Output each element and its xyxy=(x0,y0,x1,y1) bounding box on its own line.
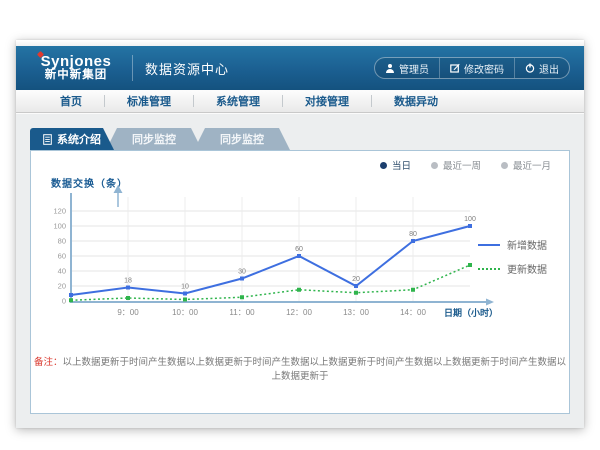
svg-text:10: 10 xyxy=(181,284,189,291)
svg-text:80: 80 xyxy=(409,231,417,238)
svg-text:100: 100 xyxy=(464,216,476,223)
filter-last-month[interactable]: 最近一月 xyxy=(501,158,551,172)
tab-bar: 系统介绍 同步监控 同步监控 xyxy=(30,128,290,150)
radio-selected-icon xyxy=(380,162,387,169)
svg-text:11：00: 11：00 xyxy=(229,308,255,317)
svg-text:30: 30 xyxy=(238,269,246,276)
svg-text:60: 60 xyxy=(58,252,66,261)
legend-update-data-label: 更新数据 xyxy=(507,261,547,276)
chart-panel: 当日 最近一周 最近一月 数据交换（条） 0204060801001209：00… xyxy=(30,150,570,414)
svg-text:20: 20 xyxy=(352,276,360,283)
footnote-prefix: 备注： xyxy=(34,357,63,368)
user-menu: 管理员 修改密码 退出 xyxy=(374,57,570,79)
radio-unselected-icon xyxy=(431,162,438,169)
logo-brand-text: Synjones xyxy=(32,54,120,69)
header-divider xyxy=(132,55,133,81)
svg-text:日期（小时）: 日期（小时） xyxy=(444,307,498,318)
line-chart: 0 20 40 60 80 100 120 9：00 10：00 11：00 12：00 13：00 1… xyxy=(41,181,521,343)
svg-text:120: 120 xyxy=(53,207,66,216)
nav-item-standard-mgmt[interactable]: 标准管理 xyxy=(105,93,193,109)
svg-text:40: 40 xyxy=(58,267,66,276)
svg-text:12：00: 12：00 xyxy=(286,308,312,317)
nav-item-home[interactable]: 首页 xyxy=(38,93,104,109)
nav-item-system-mgmt[interactable]: 系统管理 xyxy=(194,93,282,109)
main-nav: 首页 标准管理 系统管理 对接管理 数据异动 xyxy=(16,90,584,113)
change-password-button[interactable]: 修改密码 xyxy=(439,58,514,78)
filter-last-week[interactable]: 最近一周 xyxy=(431,158,481,172)
footnote: 备注：以上数据更新于时间产生数据以上数据更新于时间产生数据以上数据更新于时间产生… xyxy=(31,354,569,382)
company-logo: Synjones 新中新集团 xyxy=(32,54,120,82)
power-icon xyxy=(525,63,535,73)
chart-legend: 新增数据 更新数据 xyxy=(478,237,547,276)
legend-update-data[interactable]: 更新数据 xyxy=(478,261,547,276)
edit-icon xyxy=(450,63,460,73)
svg-text:14：00: 14：00 xyxy=(400,308,426,317)
svg-text:9：00: 9：00 xyxy=(117,308,139,317)
filter-last-week-label: 最近一周 xyxy=(443,158,481,172)
legend-new-data-label: 新增数据 xyxy=(507,237,547,252)
svg-text:10：00: 10：00 xyxy=(172,308,198,317)
dotted-line-swatch-icon xyxy=(478,268,500,270)
page-title: 数据资源中心 xyxy=(145,59,229,78)
filter-today[interactable]: 当日 xyxy=(380,158,411,172)
tab-sync-monitor-2[interactable]: 同步监控 xyxy=(194,128,290,150)
filter-last-month-label: 最近一月 xyxy=(513,158,551,172)
logout-label: 退出 xyxy=(539,61,559,76)
tab-sync-monitor-1-label: 同步监控 xyxy=(132,131,176,147)
document-icon xyxy=(43,134,52,145)
nav-item-data-change[interactable]: 数据异动 xyxy=(372,93,460,109)
legend-new-data[interactable]: 新增数据 xyxy=(478,237,547,252)
tab-system-intro-label: 系统介绍 xyxy=(57,131,101,147)
svg-text:100: 100 xyxy=(53,222,66,231)
svg-text:60: 60 xyxy=(295,246,303,253)
content-area: 系统介绍 同步监控 同步监控 当日 最近一周 xyxy=(16,113,584,427)
nav-item-interface-mgmt[interactable]: 对接管理 xyxy=(283,93,371,109)
footnote-text: 以上数据更新于时间产生数据以上数据更新于时间产生数据以上数据更新于时间产生数据以… xyxy=(63,357,567,382)
admin-user-label: 管理员 xyxy=(399,61,429,76)
tab-system-intro[interactable]: 系统介绍 xyxy=(30,128,114,150)
logout-button[interactable]: 退出 xyxy=(514,58,569,78)
svg-text:13：00: 13：00 xyxy=(343,308,369,317)
radio-unselected-icon xyxy=(501,162,508,169)
change-password-label: 修改密码 xyxy=(464,61,504,76)
app-header: Synjones 新中新集团 数据资源中心 管理员 修改密码 xyxy=(16,46,584,90)
user-icon xyxy=(385,63,395,73)
svg-text:20: 20 xyxy=(58,282,66,291)
svg-text:80: 80 xyxy=(58,237,66,246)
time-range-filters: 当日 最近一周 最近一月 xyxy=(380,158,551,172)
tab-sync-monitor-2-label: 同步监控 xyxy=(220,131,264,147)
svg-text:18: 18 xyxy=(124,278,132,285)
tab-sync-monitor-1[interactable]: 同步监控 xyxy=(106,128,202,150)
admin-user-button[interactable]: 管理员 xyxy=(375,58,439,78)
filter-today-label: 当日 xyxy=(392,158,411,172)
app-window: Synjones 新中新集团 数据资源中心 管理员 修改密码 xyxy=(16,40,584,428)
solid-line-swatch-icon xyxy=(478,244,500,246)
svg-text:0: 0 xyxy=(62,297,66,306)
logo-company-name: 新中新集团 xyxy=(32,69,120,82)
